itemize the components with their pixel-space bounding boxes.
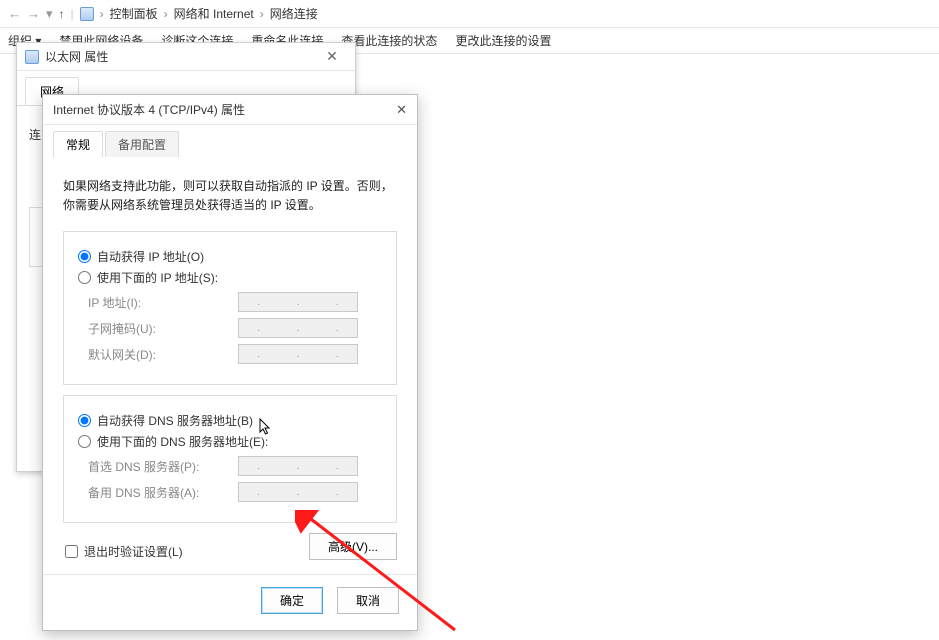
close-icon[interactable]: ✕	[317, 48, 347, 65]
breadcrumb-item[interactable]: 网络和 Internet	[174, 5, 254, 22]
nav-up-icon[interactable]: ↑	[59, 7, 65, 21]
network-icon	[80, 7, 94, 21]
window-titlebar[interactable]: 以太网 属性 ✕	[17, 43, 355, 71]
breadcrumb[interactable]: › 控制面板 › 网络和 Internet › 网络连接	[100, 5, 318, 22]
tab-general[interactable]: 常规	[53, 131, 103, 157]
close-icon[interactable]: ✕	[383, 102, 407, 118]
validate-label: 退出时验证设置(L)	[84, 543, 183, 560]
radio-manual-dns[interactable]	[78, 435, 91, 448]
cancel-button[interactable]: 取消	[337, 587, 399, 614]
description-text: 如果网络支持此功能，则可以获取自动指派的 IP 设置。否则，你需要从网络系统管理…	[63, 177, 397, 215]
dialog-footer: 确定 取消	[43, 574, 417, 630]
ip-settings-group: 自动获得 IP 地址(O) 使用下面的 IP 地址(S): IP 地址(I): …	[63, 231, 397, 385]
dialog-title: Internet 协议版本 4 (TCP/IPv4) 属性	[53, 101, 245, 118]
advanced-button[interactable]: 高级(V)...	[309, 533, 397, 560]
radio-auto-dns-label: 自动获得 DNS 服务器地址(B)	[97, 412, 253, 429]
radio-auto-ip-label: 自动获得 IP 地址(O)	[97, 248, 204, 265]
nav-back-icon[interactable]: ←	[8, 6, 21, 21]
radio-auto-dns[interactable]	[78, 414, 91, 427]
tab-alternate[interactable]: 备用配置	[105, 131, 179, 157]
gateway-label: 默认网关(D):	[88, 346, 238, 363]
alt-dns-input: ...	[238, 482, 358, 502]
ipv4-properties-dialog: Internet 协议版本 4 (TCP/IPv4) 属性 ✕ 常规 备用配置 …	[42, 94, 418, 631]
subnet-mask-input: ...	[238, 318, 358, 338]
subnet-mask-label: 子网掩码(U):	[88, 320, 238, 337]
address-bar: ← → ▾ ↑ | › 控制面板 › 网络和 Internet › 网络连接	[0, 0, 939, 28]
alt-dns-label: 备用 DNS 服务器(A):	[88, 484, 238, 501]
dialog-titlebar[interactable]: Internet 协议版本 4 (TCP/IPv4) 属性 ✕	[43, 95, 417, 125]
connection-label: 连	[29, 128, 41, 142]
dns-settings-group: 自动获得 DNS 服务器地址(B) 使用下面的 DNS 服务器地址(E): 首选…	[63, 395, 397, 523]
gateway-input: ...	[238, 344, 358, 364]
primary-dns-label: 首选 DNS 服务器(P):	[88, 458, 238, 475]
toolbar-change-settings[interactable]: 更改此连接的设置	[455, 32, 551, 49]
radio-manual-ip-label: 使用下面的 IP 地址(S):	[97, 269, 218, 286]
radio-auto-ip[interactable]	[78, 250, 91, 263]
ok-button[interactable]: 确定	[261, 587, 323, 614]
radio-manual-ip[interactable]	[78, 271, 91, 284]
ip-address-input: ...	[238, 292, 358, 312]
network-icon	[25, 50, 39, 64]
dropdown-history-icon[interactable]: ▾	[46, 6, 53, 22]
breadcrumb-item[interactable]: 控制面板	[110, 5, 158, 22]
primary-dns-input: ...	[238, 456, 358, 476]
nav-forward-icon[interactable]: →	[27, 6, 40, 21]
ip-address-label: IP 地址(I):	[88, 294, 238, 311]
tab-strip: 常规 备用配置	[43, 125, 417, 157]
validate-checkbox[interactable]	[65, 545, 78, 558]
radio-manual-dns-label: 使用下面的 DNS 服务器地址(E):	[97, 433, 268, 450]
window-title: 以太网 属性	[45, 48, 108, 65]
breadcrumb-item[interactable]: 网络连接	[270, 5, 318, 22]
